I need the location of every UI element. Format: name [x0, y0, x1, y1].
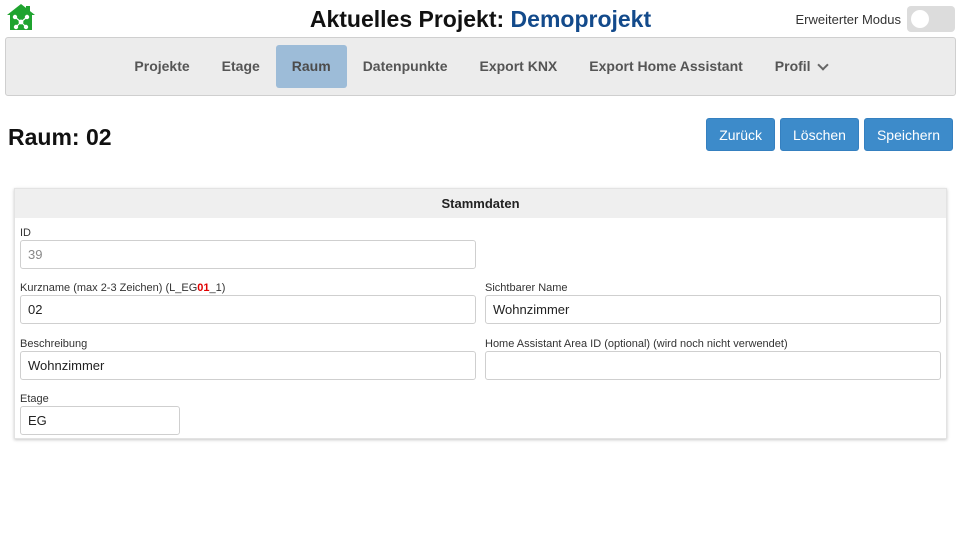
master-data-card: Stammdaten ID 39 Kurzname (max 2-3 Zeich… [14, 188, 947, 439]
project-name: Demoprojekt [510, 6, 652, 32]
description-field-group: Beschreibung Wohnzimmer [20, 337, 476, 380]
nav-item-raum[interactable]: Raum [275, 45, 347, 88]
visible-name-field-group: Sichtbarer Name Wohnzimmer [485, 281, 941, 324]
shortname-label-highlight: 01 [197, 282, 210, 294]
nav-item-export-knx[interactable]: Export KNX [463, 45, 573, 88]
ha-area-input[interactable] [485, 351, 941, 380]
nav-item-label: Projekte [134, 58, 190, 74]
shortname-input[interactable]: 02 [20, 295, 476, 324]
project-title-prefix: Aktuelles Projekt: [309, 6, 505, 32]
id-field: 39 [20, 240, 476, 269]
extended-mode-label: Erweiterter Modus [795, 11, 901, 27]
ha-area-field-group: Home Assistant Area ID (optional) (wird … [485, 337, 941, 380]
ha-area-label: Home Assistant Area ID (optional) (wird … [485, 338, 788, 350]
nav-item-label: Datenpunkte [362, 58, 448, 74]
nav-menu: Projekte Etage Raum Datenpunkte Export K… [6, 45, 955, 88]
nav-item-label: Etage [221, 58, 260, 74]
shortname-label-suffix: _1) [209, 282, 226, 294]
nav-item-export-home-assistant[interactable]: Export Home Assistant [573, 45, 759, 88]
visible-name-input[interactable]: Wohnzimmer [485, 295, 941, 324]
page-title: Raum: 02 [8, 124, 112, 150]
id-field-group: ID 39 [20, 226, 476, 269]
nav-item-label: Raum [291, 58, 331, 74]
chevron-down-icon [816, 58, 829, 71]
nav-item-etage[interactable]: Etage [206, 45, 276, 88]
shortname-label-text: Kurzname (max 2-3 Zeichen) (L_EG [20, 282, 198, 294]
floor-field-group: Etage EG [20, 392, 180, 435]
nav-item-label: Export Home Assistant [589, 58, 743, 74]
back-button[interactable]: Zurück [706, 118, 776, 151]
floor-select[interactable]: EG [20, 406, 180, 435]
id-label: ID [20, 227, 31, 239]
nav-item-label: Profil [774, 58, 811, 74]
nav-item-label: Export KNX [479, 58, 558, 74]
visible-name-label: Sichtbarer Name [485, 282, 568, 294]
shortname-field-group: Kurzname (max 2-3 Zeichen) (L_EG01_1) 02 [20, 281, 476, 324]
extended-mode: Erweiterter Modus [796, 6, 955, 32]
save-button[interactable]: Speichern [863, 118, 953, 151]
description-input[interactable]: Wohnzimmer [20, 351, 476, 380]
toggle-knob [911, 10, 929, 28]
card-title: Stammdaten [15, 189, 946, 218]
action-buttons: Zurück Löschen Speichern [706, 118, 953, 151]
nav-item-projekte[interactable]: Projekte [118, 45, 205, 88]
shortname-label: Kurzname (max 2-3 Zeichen) (L_EG01_1) [20, 281, 476, 295]
nav-item-profil[interactable]: Profil [759, 45, 843, 88]
description-label: Beschreibung [20, 338, 88, 350]
nav-item-datenpunkte[interactable]: Datenpunkte [347, 45, 464, 88]
navbar: Projekte Etage Raum Datenpunkte Export K… [5, 37, 956, 96]
floor-label: Etage [20, 393, 49, 405]
delete-button[interactable]: Löschen [780, 118, 859, 151]
extended-mode-toggle[interactable] [907, 6, 955, 32]
